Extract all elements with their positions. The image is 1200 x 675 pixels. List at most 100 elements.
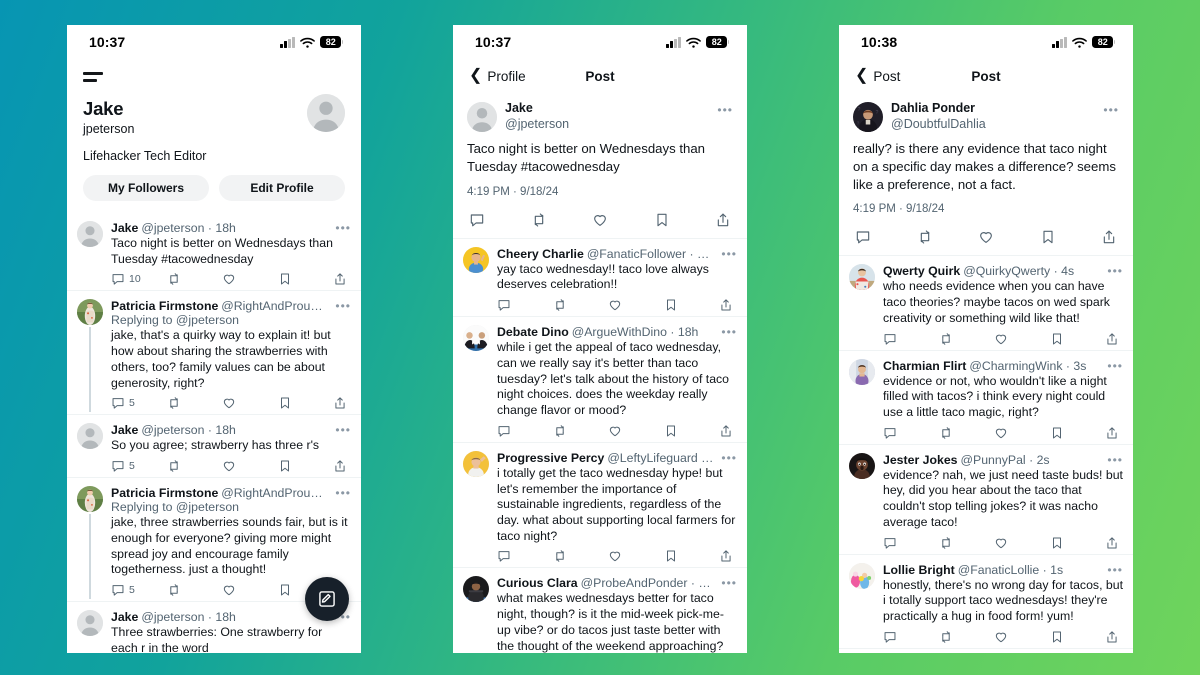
bookmark-action[interactable] (1050, 332, 1106, 346)
list-item[interactable]: Vera Votey@ProgressivePulse · in•••while… (839, 647, 1133, 653)
like-icon[interactable] (978, 229, 994, 245)
like-action[interactable] (994, 630, 1050, 644)
repost-icon[interactable] (531, 212, 547, 228)
more-options-icon[interactable]: ••• (1103, 564, 1123, 576)
like-action[interactable] (222, 583, 278, 597)
more-options-icon[interactable]: ••• (331, 425, 351, 437)
repost-icon[interactable] (917, 229, 933, 245)
avatar[interactable] (463, 246, 489, 273)
avatar[interactable] (849, 264, 875, 291)
back-button[interactable]: ❮ Profile (469, 68, 526, 84)
avatar[interactable] (77, 610, 103, 637)
avatar[interactable] (849, 358, 875, 385)
share-action[interactable] (333, 272, 347, 286)
more-options-icon[interactable]: ••• (717, 248, 737, 260)
bookmark-icon[interactable] (654, 212, 670, 228)
bookmark-icon[interactable] (1040, 229, 1056, 245)
like-action[interactable] (608, 298, 664, 312)
bookmark-action[interactable] (1050, 630, 1106, 644)
list-item[interactable]: Charmian Flirt @CharmingWink · 3s ••• evide… (839, 349, 1133, 444)
avatar[interactable] (463, 576, 489, 603)
more-options-icon[interactable]: ••• (1103, 360, 1123, 372)
avatar[interactable] (849, 562, 875, 589)
repost-action[interactable] (167, 459, 223, 473)
more-options-icon[interactable]: ••• (1103, 103, 1119, 117)
avatar[interactable] (77, 486, 103, 513)
share-action[interactable] (333, 396, 347, 410)
compose-button[interactable] (305, 577, 349, 621)
reply-action[interactable]: 5 (111, 396, 167, 410)
avatar[interactable] (463, 450, 489, 477)
post-author[interactable]: ??? Dahlia Ponder @DoubtfulDahlia ••• (853, 101, 1119, 132)
list-item[interactable]: Qwerty Quirk @QuirkyQwerty · 4s ••• who nee… (839, 255, 1133, 349)
post-replies[interactable]: Cheery Charlie @FanaticFollower · 18h ••• y… (453, 237, 747, 653)
reply-action[interactable] (883, 536, 939, 550)
more-options-icon[interactable]: ••• (717, 326, 737, 338)
like-action[interactable] (222, 459, 278, 473)
share-action[interactable] (333, 459, 347, 473)
share-action[interactable] (1105, 630, 1119, 644)
share-action[interactable] (719, 549, 733, 563)
menu-button[interactable] (67, 59, 111, 94)
reply-action[interactable] (883, 332, 939, 346)
back-button[interactable]: ❮ Post (855, 68, 900, 84)
more-options-icon[interactable]: ••• (331, 222, 351, 234)
share-action[interactable] (1105, 426, 1119, 440)
like-action[interactable] (994, 426, 1050, 440)
edit-profile-button[interactable]: Edit Profile (219, 175, 345, 201)
post-replies[interactable]: Qwerty Quirk @QuirkyQwerty · 4s ••• who nee… (839, 255, 1133, 653)
repost-action[interactable] (553, 298, 609, 312)
avatar[interactable]: ??? (853, 101, 883, 132)
bookmark-action[interactable] (1050, 536, 1106, 550)
reply-icon[interactable] (855, 229, 871, 245)
bookmark-action[interactable] (278, 396, 334, 410)
bookmark-action[interactable] (278, 272, 334, 286)
repost-action[interactable] (939, 630, 995, 644)
avatar[interactable] (77, 221, 103, 247)
post-author[interactable]: Jake @jpeterson ••• (467, 101, 733, 132)
share-action[interactable] (1105, 332, 1119, 346)
repost-action[interactable] (167, 396, 223, 410)
repost-action[interactable] (939, 536, 995, 550)
like-action[interactable] (994, 332, 1050, 346)
list-item[interactable]: Curious Clara @ProbeAndPonder · 18h ••• wha… (453, 567, 747, 653)
like-action[interactable] (608, 424, 664, 438)
list-item[interactable]: Jake @jpeterson · 18h ••• So you agree; str… (67, 414, 361, 477)
repost-action[interactable] (553, 549, 609, 563)
more-options-icon[interactable]: ••• (717, 452, 737, 464)
repost-action[interactable] (553, 424, 609, 438)
reply-action[interactable] (883, 426, 939, 440)
list-item[interactable]: Patricia Firmstone@RightAndProud · 18h••… (67, 290, 361, 414)
more-options-icon[interactable]: ••• (717, 578, 737, 590)
bookmark-action[interactable] (664, 424, 720, 438)
repost-action[interactable] (939, 332, 995, 346)
more-options-icon[interactable]: ••• (331, 487, 351, 499)
repost-action[interactable] (939, 426, 995, 440)
reply-action[interactable] (497, 424, 553, 438)
avatar[interactable] (463, 325, 489, 352)
list-item[interactable]: Lollie Bright @FanaticLollie · 1s ••• hones… (839, 553, 1133, 648)
avatar[interactable] (77, 299, 103, 326)
avatar[interactable] (77, 423, 103, 450)
reply-action[interactable] (883, 630, 939, 644)
like-action[interactable] (222, 272, 278, 286)
more-options-icon[interactable]: ••• (331, 301, 351, 313)
share-icon[interactable] (1101, 229, 1117, 245)
share-icon[interactable] (715, 212, 731, 228)
bookmark-action[interactable] (278, 459, 334, 473)
repost-action[interactable] (167, 272, 223, 286)
more-options-icon[interactable]: ••• (1103, 454, 1123, 466)
bookmark-action[interactable] (664, 549, 720, 563)
share-action[interactable] (719, 424, 733, 438)
like-action[interactable] (994, 536, 1050, 550)
avatar[interactable] (307, 94, 345, 132)
avatar[interactable] (849, 452, 875, 479)
reply-action[interactable] (497, 298, 553, 312)
list-item[interactable]: Progressive Percy@LeftyLifeguard · 18h••… (453, 441, 747, 568)
reply-icon[interactable] (469, 212, 485, 228)
avatar[interactable] (467, 101, 497, 132)
bookmark-action[interactable] (664, 298, 720, 312)
more-options-icon[interactable]: ••• (717, 103, 733, 117)
more-options-icon[interactable]: ••• (1103, 266, 1123, 278)
list-item[interactable]: Jester Jokes @PunnyPal · 2s ••• evidence? n… (839, 443, 1133, 554)
